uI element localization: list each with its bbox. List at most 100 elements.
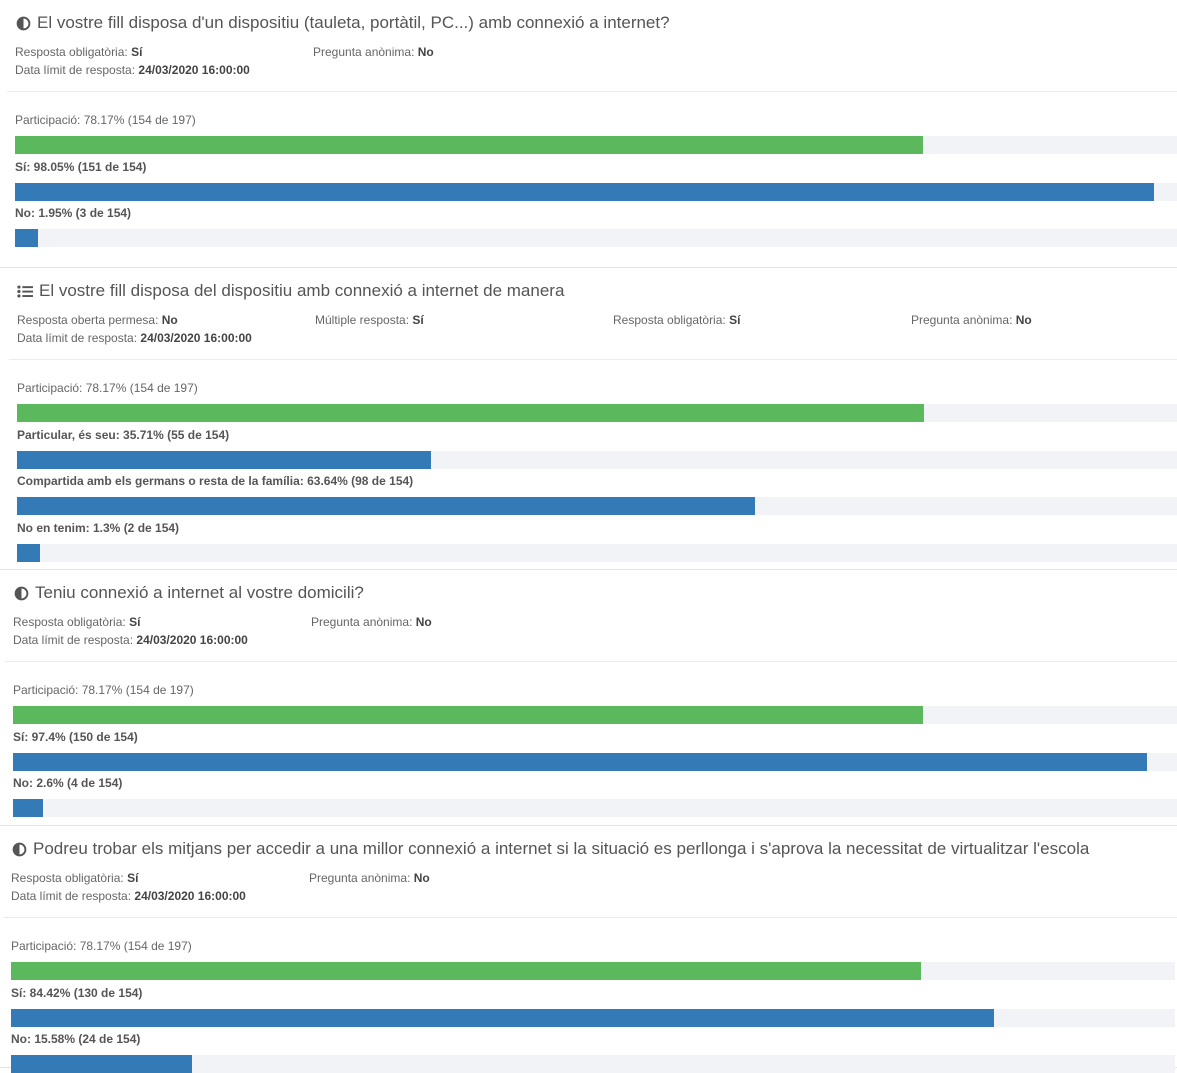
- deadline-field: Data límit de resposta: 24/03/2020 16:00…: [11, 889, 246, 903]
- meta-field: Resposta oberta permesa: No: [17, 313, 178, 327]
- answer-bar: [15, 229, 1177, 247]
- meta-field: Pregunta anònima: No: [313, 45, 434, 59]
- deadline-value: 24/03/2020 16:00:00: [136, 633, 248, 647]
- answer-label: Sí: 97.4% (150 de 154): [13, 729, 138, 744]
- meta-value: Sí: [412, 313, 424, 327]
- answer-bar: [11, 1055, 1175, 1073]
- participation-bar: [11, 962, 1175, 980]
- meta-label: Resposta obligatòria:: [613, 313, 726, 327]
- meta-field: Pregunta anònima: No: [911, 313, 1032, 327]
- deadline-field: Data límit de resposta: 24/03/2020 16:00…: [17, 331, 252, 345]
- answer-bar-fill: [17, 450, 432, 469]
- answer-bar-fill: [17, 543, 41, 562]
- divider: [7, 91, 1177, 92]
- answer-bar: [11, 1008, 1175, 1027]
- question-block: Podreu trobar els mitjans per accedir a …: [0, 826, 1177, 1073]
- participation-bar: [15, 136, 1177, 154]
- deadline-label: Data límit de resposta:: [13, 633, 134, 647]
- answer-label: Sí: 98.05% (151 de 154): [15, 159, 147, 174]
- meta-value: No: [161, 313, 178, 327]
- half-circle-icon: [13, 585, 29, 601]
- answer-label: Compartida amb els germans o resta de la…: [17, 474, 414, 488]
- participation-bar-fill: [15, 136, 924, 154]
- answer-label: No: 1.95% (3 de 154): [15, 206, 132, 220]
- answer-bar: [15, 182, 1177, 201]
- participation-bar-fill: [13, 706, 923, 724]
- question-block: El vostre fill disposa del dispositiu am…: [0, 268, 1177, 570]
- answer-label: No: 15.58% (24 de 154): [11, 1032, 141, 1046]
- meta-label: Pregunta anònima:: [313, 45, 415, 59]
- question-title-text: Podreu trobar els mitjans per accedir a …: [33, 839, 1090, 858]
- deadline-label: Data límit de resposta:: [11, 889, 132, 903]
- participation-bar: [13, 706, 1177, 724]
- answer-bar: [13, 799, 1177, 817]
- meta-label: Resposta obligatòria:: [15, 45, 128, 59]
- answer-bar: [17, 497, 1177, 515]
- answer-label: Sí: 84.42% (130 de 154): [11, 985, 143, 1000]
- answer-label: No en tenim: 1.3% (2 de 154): [17, 520, 180, 535]
- meta-field: Resposta obligatòria: Sí: [13, 615, 140, 629]
- meta-value: Sí: [127, 871, 139, 885]
- answer-bar-fill: [13, 799, 44, 817]
- half-circle-icon: [15, 15, 31, 31]
- question-block: El vostre fill disposa d'un dispositiu (…: [0, 0, 1177, 268]
- meta-value: No: [415, 615, 432, 629]
- answer-bar: [13, 752, 1177, 771]
- answer-bar-fill: [15, 182, 1155, 201]
- answer-bar-fill: [11, 1055, 193, 1073]
- answer-bar-fill: [13, 752, 1147, 771]
- participation-bar: [17, 404, 1177, 422]
- meta-value: No: [1015, 313, 1032, 327]
- answer-label: Particular, és seu: 35.71% (55 de 154): [17, 427, 230, 442]
- question-title: Podreu trobar els mitjans per accedir a …: [11, 839, 1089, 859]
- question-title-text: El vostre fill disposa del dispositiu am…: [39, 281, 565, 300]
- answer-bar: [17, 543, 1177, 562]
- meta-value: Sí: [729, 313, 741, 327]
- meta-label: Resposta oberta permesa:: [17, 313, 159, 327]
- meta-label: Múltiple resposta:: [315, 313, 410, 327]
- meta-field: Resposta obligatòria: Sí: [613, 313, 740, 327]
- question-title-text: El vostre fill disposa d'un dispositiu (…: [37, 13, 670, 32]
- divider: [5, 661, 1177, 662]
- deadline-value: 24/03/2020 16:00:00: [138, 63, 250, 77]
- meta-label: Pregunta anònima:: [911, 313, 1013, 327]
- meta-label: Resposta obligatòria:: [11, 871, 124, 885]
- meta-label: Pregunta anònima:: [309, 871, 411, 885]
- meta-field: Múltiple resposta: Sí: [315, 313, 424, 327]
- meta-field: Resposta obligatòria: Sí: [11, 871, 138, 885]
- meta-value: Sí: [129, 615, 141, 629]
- participation-label: Participació: 78.17% (154 de 197): [17, 381, 198, 395]
- half-circle-icon: [11, 841, 27, 857]
- question-block: Teniu connexió a internet al vostre domi…: [0, 570, 1177, 826]
- participation-label: Participació: 78.17% (154 de 197): [15, 113, 196, 127]
- list-icon: [17, 283, 33, 299]
- deadline-value: 24/03/2020 16:00:00: [134, 889, 246, 903]
- answer-bar-fill: [15, 229, 39, 247]
- deadline-value: 24/03/2020 16:00:00: [140, 331, 252, 345]
- question-title-text: Teniu connexió a internet al vostre domi…: [35, 583, 364, 602]
- deadline-field: Data límit de resposta: 24/03/2020 16:00…: [13, 633, 248, 647]
- answer-bar: [17, 450, 1177, 469]
- participation-bar-fill: [11, 962, 921, 980]
- answer-label: No: 2.6% (4 de 154): [13, 776, 123, 790]
- deadline-label: Data límit de resposta:: [15, 63, 136, 77]
- divider: [9, 359, 1177, 360]
- meta-value: Sí: [131, 45, 143, 59]
- meta-field: Pregunta anònima: No: [309, 871, 430, 885]
- meta-field: Resposta obligatòria: Sí: [15, 45, 142, 59]
- answer-bar-fill: [11, 1008, 994, 1027]
- meta-value: No: [413, 871, 430, 885]
- meta-value: No: [417, 45, 434, 59]
- meta-field: Pregunta anònima: No: [311, 615, 432, 629]
- question-title: El vostre fill disposa del dispositiu am…: [17, 281, 564, 301]
- meta-label: Pregunta anònima:: [311, 615, 413, 629]
- participation-label: Participació: 78.17% (154 de 197): [11, 939, 192, 953]
- question-title: El vostre fill disposa d'un dispositiu (…: [15, 13, 670, 33]
- deadline-field: Data límit de resposta: 24/03/2020 16:00…: [15, 63, 250, 77]
- participation-bar-fill: [17, 404, 924, 422]
- deadline-label: Data límit de resposta:: [17, 331, 138, 345]
- meta-label: Resposta obligatòria:: [13, 615, 126, 629]
- question-title: Teniu connexió a internet al vostre domi…: [13, 583, 364, 603]
- answer-bar-fill: [17, 497, 756, 515]
- participation-label: Participació: 78.17% (154 de 197): [13, 683, 194, 697]
